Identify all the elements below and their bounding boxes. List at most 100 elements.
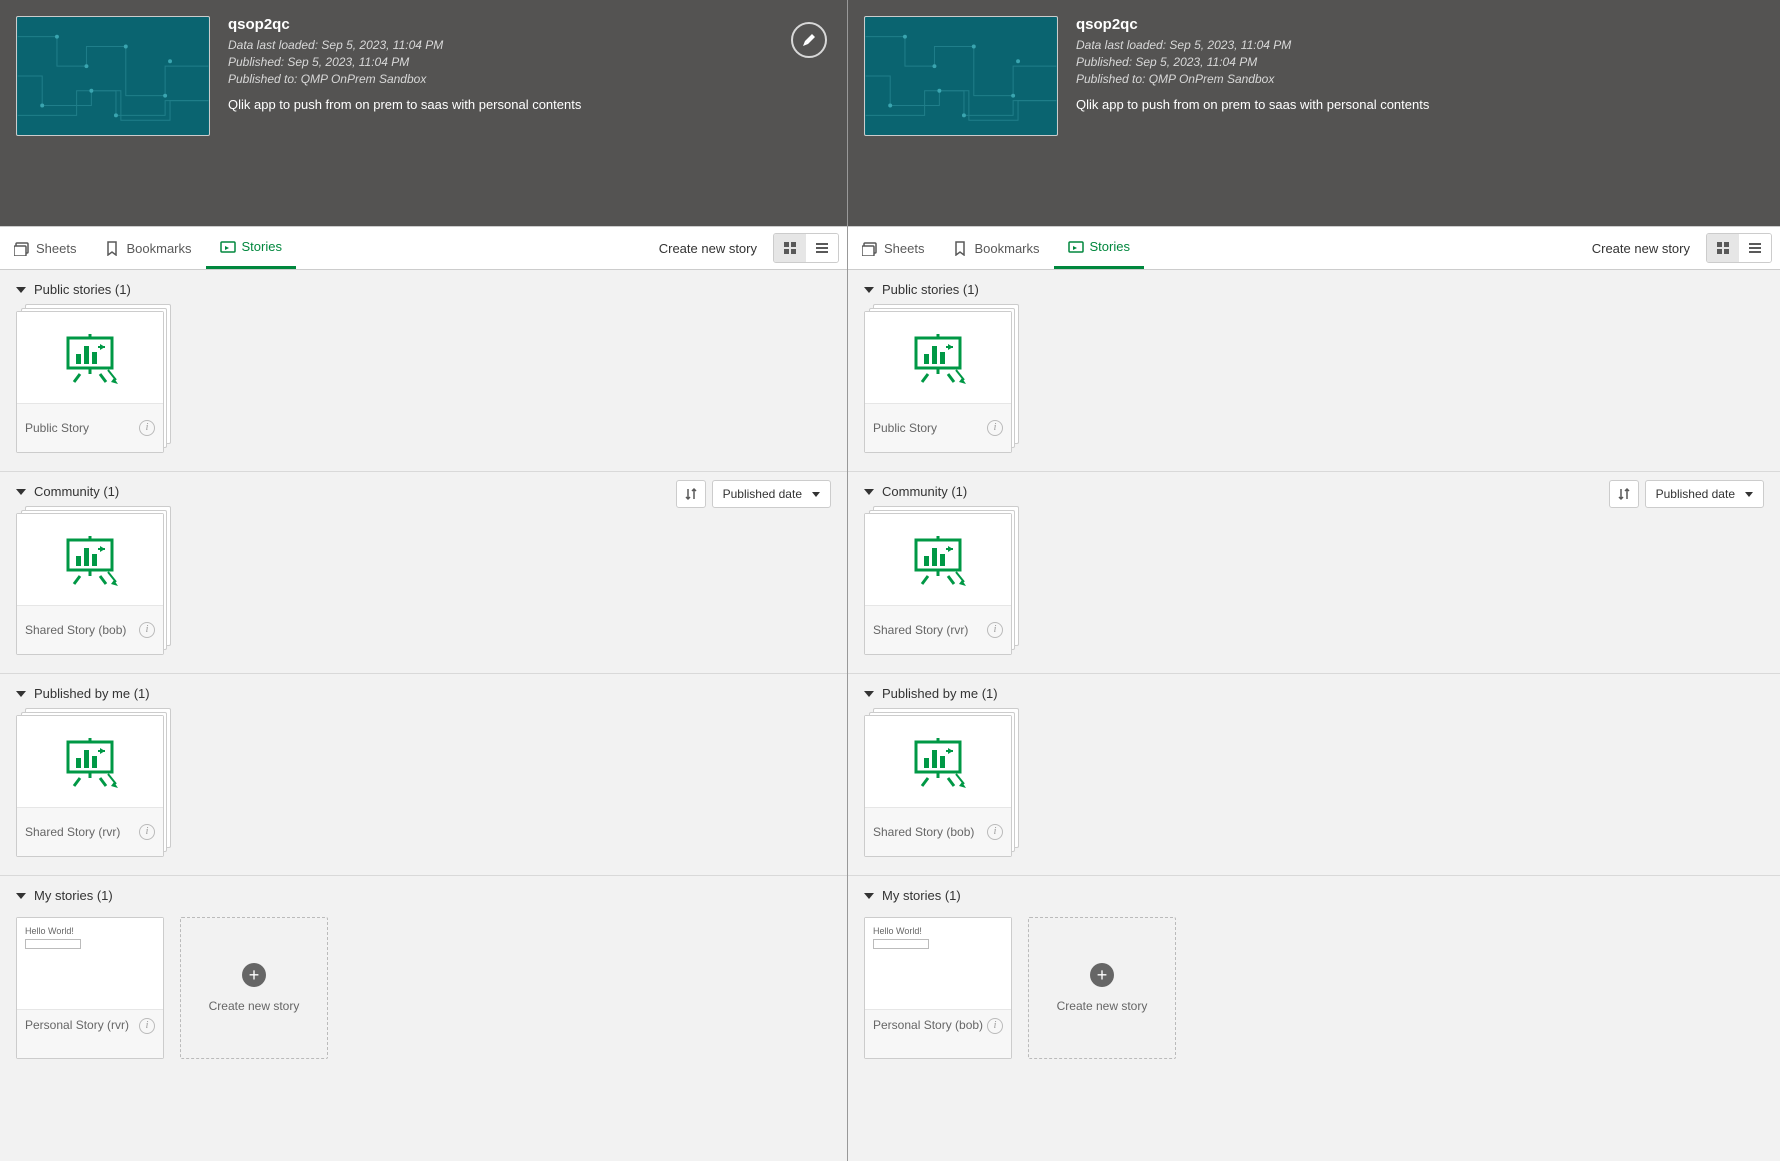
section-community: Community (1) Published date Shared S xyxy=(848,472,1780,674)
story-card-community[interactable]: Shared Story (rvr) i xyxy=(864,513,1012,655)
sort-field-dropdown[interactable]: Published date xyxy=(1645,480,1764,508)
story-thumb: Hello World! xyxy=(865,918,1011,1010)
section-mine-title: My stories (1) xyxy=(34,888,113,903)
story-card-public[interactable]: Public Story i xyxy=(864,311,1012,453)
grid-icon xyxy=(783,241,797,255)
collapse-icon xyxy=(864,489,874,495)
edit-button[interactable] xyxy=(791,22,827,58)
grid-view-button[interactable] xyxy=(774,234,806,262)
tabs-bar: Sheets Bookmarks Stories Create new stor… xyxy=(0,226,847,270)
stories-body: Public stories (1) Public Story i Commun… xyxy=(848,270,1780,1161)
app-header-info: qsop2qc Data last loaded: Sep 5, 2023, 1… xyxy=(228,16,831,210)
section-mine: My stories (1) Hello World! Personal Sto… xyxy=(0,876,847,1077)
list-view-button[interactable] xyxy=(1739,234,1771,262)
story-card-mine[interactable]: Hello World! Personal Story (bob) i xyxy=(864,917,1012,1059)
section-public: Public stories (1) Public Story i xyxy=(848,270,1780,472)
story-title: Shared Story (bob) xyxy=(873,825,974,840)
caret-down-icon xyxy=(812,492,820,497)
story-card-published[interactable]: Shared Story (bob) i xyxy=(864,715,1012,857)
app-meta-loaded: Data last loaded: Sep 5, 2023, 11:04 PM xyxy=(228,37,831,54)
story-title: Shared Story (rvr) xyxy=(25,825,120,840)
section-mine-header[interactable]: My stories (1) xyxy=(16,888,831,903)
story-thumb xyxy=(865,514,1011,606)
section-public-title: Public stories (1) xyxy=(882,282,979,297)
grid-view-button[interactable] xyxy=(1707,234,1739,262)
section-mine-header[interactable]: My stories (1) xyxy=(864,888,1764,903)
info-icon[interactable]: i xyxy=(987,622,1003,638)
app-header: qsop2qc Data last loaded: Sep 5, 2023, 1… xyxy=(848,0,1780,226)
sort-field-dropdown[interactable]: Published date xyxy=(712,480,831,508)
story-preview-text: Hello World! xyxy=(873,926,922,936)
info-icon[interactable]: i xyxy=(987,1018,1003,1034)
story-title: Personal Story (rvr) xyxy=(25,1018,129,1033)
collapse-icon xyxy=(16,489,26,495)
app-thumbnail xyxy=(16,16,210,136)
app-description: Qlik app to push from on prem to saas wi… xyxy=(228,97,831,112)
story-title: Shared Story (bob) xyxy=(25,623,126,638)
story-preview-box xyxy=(873,939,929,949)
info-icon[interactable]: i xyxy=(139,622,155,638)
story-title: Shared Story (rvr) xyxy=(873,623,968,638)
list-view-button[interactable] xyxy=(806,234,838,262)
info-icon[interactable]: i xyxy=(139,420,155,436)
section-published-title: Published by me (1) xyxy=(34,686,150,701)
tab-bookmarks[interactable]: Bookmarks xyxy=(90,227,205,269)
create-story-card[interactable]: + Create new story xyxy=(180,917,328,1059)
story-card-mine[interactable]: Hello World! Personal Story (rvr) i xyxy=(16,917,164,1059)
section-public-header[interactable]: Public stories (1) xyxy=(864,282,1764,297)
story-preview-text: Hello World! xyxy=(25,926,74,936)
easel-icon xyxy=(908,534,968,586)
section-published-header[interactable]: Published by me (1) xyxy=(16,686,831,701)
list-icon xyxy=(1748,241,1762,255)
plus-icon: + xyxy=(1090,963,1114,987)
create-story-card[interactable]: + Create new story xyxy=(1028,917,1176,1059)
easel-icon xyxy=(908,332,968,384)
story-thumb xyxy=(865,716,1011,808)
story-card-community[interactable]: Shared Story (bob) i xyxy=(16,513,164,655)
right-pane: qsop2qc Data last loaded: Sep 5, 2023, 1… xyxy=(848,0,1780,1161)
tab-bookmarks[interactable]: Bookmarks xyxy=(938,227,1053,269)
story-card-published[interactable]: Shared Story (rvr) i xyxy=(16,715,164,857)
tab-stories-label: Stories xyxy=(242,239,282,254)
section-public-title: Public stories (1) xyxy=(34,282,131,297)
info-icon[interactable]: i xyxy=(987,824,1003,840)
info-icon[interactable]: i xyxy=(987,420,1003,436)
app-title: qsop2qc xyxy=(1076,16,1764,33)
story-title: Personal Story (bob) xyxy=(873,1018,983,1033)
left-pane: qsop2qc Data last loaded: Sep 5, 2023, 1… xyxy=(0,0,848,1161)
collapse-icon xyxy=(864,691,874,697)
app-meta-published: Published: Sep 5, 2023, 11:04 PM xyxy=(228,54,831,71)
app-header: qsop2qc Data last loaded: Sep 5, 2023, 1… xyxy=(0,0,847,226)
tabs-bar: Sheets Bookmarks Stories Create new stor… xyxy=(848,226,1780,270)
stories-icon xyxy=(1068,239,1084,255)
story-thumb xyxy=(17,312,163,404)
sort-order-button[interactable] xyxy=(676,480,706,508)
sheets-icon xyxy=(862,240,878,256)
bookmark-icon xyxy=(952,240,968,256)
section-published: Published by me (1) Shared Story (rvr) i xyxy=(0,674,847,876)
story-thumb xyxy=(17,716,163,808)
tab-stories-label: Stories xyxy=(1090,239,1130,254)
tab-sheets[interactable]: Sheets xyxy=(848,227,938,269)
tab-stories[interactable]: Stories xyxy=(206,227,296,269)
tab-sheets[interactable]: Sheets xyxy=(0,227,90,269)
view-toggle xyxy=(773,233,839,263)
sort-order-button[interactable] xyxy=(1609,480,1639,508)
create-new-story-link[interactable]: Create new story xyxy=(1592,241,1690,256)
stories-body: Public stories (1) Public Story i Commun… xyxy=(0,270,847,1161)
create-new-story-link[interactable]: Create new story xyxy=(659,241,757,256)
story-thumb: Hello World! xyxy=(17,918,163,1010)
sort-icon xyxy=(684,487,698,501)
info-icon[interactable]: i xyxy=(139,1018,155,1034)
tab-stories[interactable]: Stories xyxy=(1054,227,1144,269)
bookmark-icon xyxy=(104,240,120,256)
story-preview-box xyxy=(25,939,81,949)
story-card-public[interactable]: Public Story i xyxy=(16,311,164,453)
easel-icon xyxy=(908,736,968,788)
info-icon[interactable]: i xyxy=(139,824,155,840)
section-public-header[interactable]: Public stories (1) xyxy=(16,282,831,297)
easel-icon xyxy=(60,534,120,586)
section-published-header[interactable]: Published by me (1) xyxy=(864,686,1764,701)
tab-sheets-label: Sheets xyxy=(36,241,76,256)
app-description: Qlik app to push from on prem to saas wi… xyxy=(1076,97,1764,112)
